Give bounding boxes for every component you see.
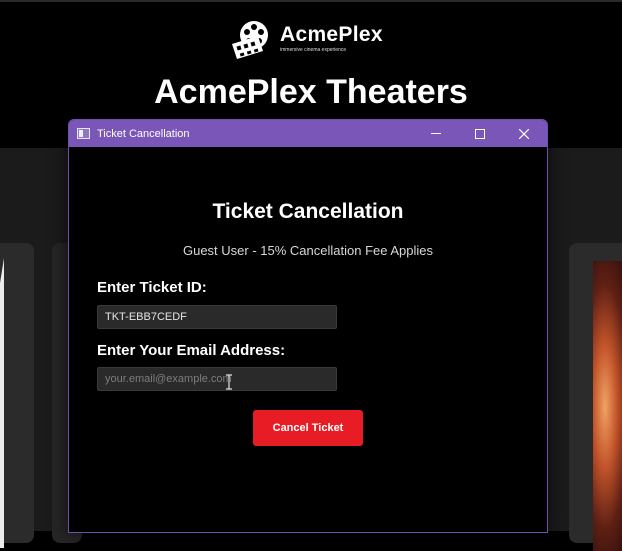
logo-tagline: immersive cinema experience	[280, 47, 347, 53]
minimize-icon	[431, 133, 441, 134]
movie-card[interactable]	[0, 243, 34, 548]
dialog-heading: Ticket Cancellation	[212, 200, 404, 223]
ticket-id-input[interactable]	[97, 305, 337, 329]
ticket-cancellation-dialog: Ticket Cancellation Ticket Cancellation …	[68, 119, 548, 533]
dialog-titlebar[interactable]: Ticket Cancellation	[69, 120, 547, 147]
maximize-button[interactable]	[458, 120, 502, 147]
cancel-ticket-button[interactable]: Cancel Ticket	[253, 410, 363, 446]
movie-card[interactable]	[569, 243, 622, 551]
close-icon	[519, 128, 529, 139]
logo-name: AcmePlex	[280, 23, 383, 46]
email-input[interactable]	[97, 367, 337, 391]
movie-poster	[593, 261, 622, 551]
maximize-icon	[475, 128, 485, 139]
text-cursor-icon	[226, 374, 232, 390]
film-reel-icon	[232, 21, 268, 59]
close-button[interactable]	[502, 120, 546, 147]
dialog-content: Ticket Cancellation Guest User - 15% Can…	[69, 147, 547, 532]
movie-poster	[0, 258, 4, 548]
header-divider	[0, 0, 622, 2]
minimize-button[interactable]	[414, 120, 458, 147]
fee-notice: Guest User - 15% Cancellation Fee Applie…	[182, 243, 433, 258]
page-title: AcmePlex Theaters	[154, 73, 468, 111]
app-window-icon	[77, 128, 90, 139]
dialog-window-title: Ticket Cancellation	[97, 127, 190, 140]
ticket-id-label: Enter Ticket ID:	[97, 279, 207, 296]
email-label: Enter Your Email Address:	[97, 342, 286, 359]
site-logo[interactable]: AcmePlex immersive cinema experience	[230, 18, 383, 60]
